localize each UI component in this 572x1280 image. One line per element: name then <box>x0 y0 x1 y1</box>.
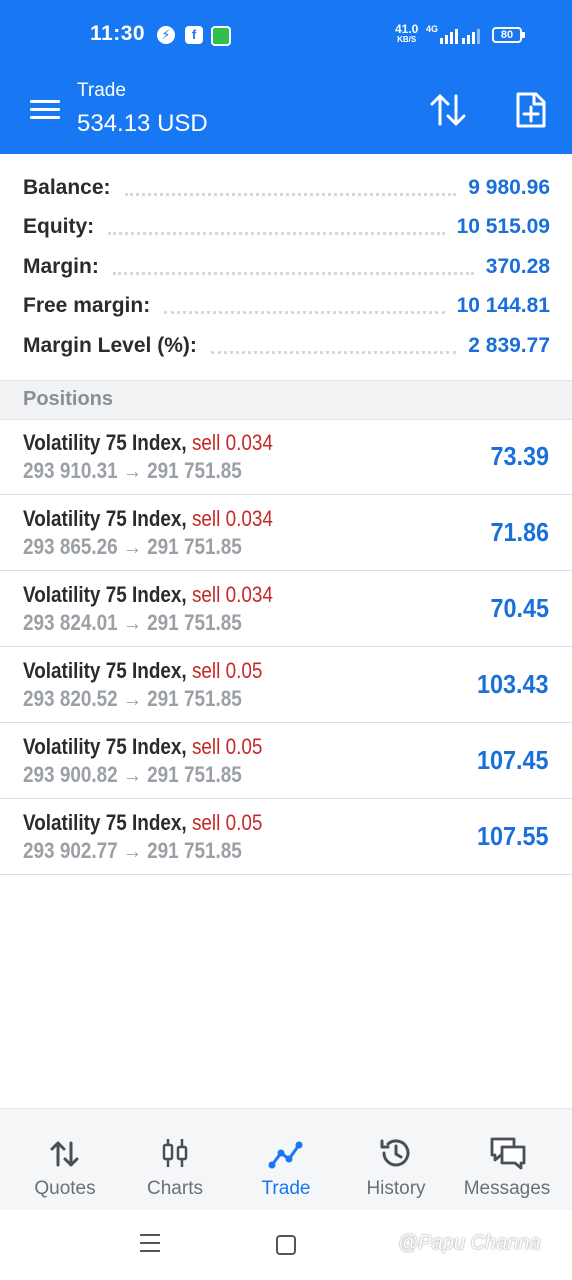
margin-value: 370.28 <box>485 255 550 278</box>
position-title: Volatility 75 Index, sell 0.034 <box>23 430 273 456</box>
watermark: @Papu Channa <box>398 1232 541 1254</box>
history-icon <box>380 1139 410 1167</box>
status-time: 11:30 <box>90 22 146 45</box>
nav-history[interactable]: History <box>339 1109 453 1211</box>
free-margin-value: 10 144.81 <box>456 294 550 317</box>
position-prices: 293 820.52 → 291 751.85 <box>23 686 242 711</box>
status-bar: 11:30 ⚡ f 41.0 KB/S 4G 80 <box>0 0 572 72</box>
position-side: sell 0.034 <box>191 506 273 531</box>
app-bar: Trade 534.13 USD <box>0 72 572 154</box>
account-summary: Balance: 9 980.96 Equity: 10 515.09 Marg… <box>0 154 572 380</box>
network-speed: 41.0 KB/S <box>395 22 419 44</box>
free-margin-label: Free margin: <box>23 294 151 317</box>
messages-icon <box>490 1137 526 1170</box>
margin-level-row: Margin Level (%): 2 839.77 <box>23 326 550 366</box>
position-row[interactable]: Volatility 75 Index, sell 0.034 293 910.… <box>0 419 572 495</box>
position-side: sell 0.05 <box>191 658 263 683</box>
balance-value: 9 980.96 <box>468 176 550 199</box>
position-prices: 293 865.26 → 291 751.85 <box>23 534 242 559</box>
position-profit: 107.55 <box>477 821 549 851</box>
nav-charts[interactable]: Charts <box>118 1109 232 1211</box>
position-symbol: Volatility 75 Index, <box>23 658 187 683</box>
margin-label: Margin: <box>23 255 99 278</box>
charts-icon <box>162 1139 188 1167</box>
account-profit: 534.13 USD <box>77 110 208 137</box>
positions-header-label: Positions <box>23 388 114 410</box>
equity-row: Equity: 10 515.09 <box>23 207 550 247</box>
position-row[interactable]: Volatility 75 Index, sell 0.034 293 865.… <box>0 495 572 571</box>
facebook-icon: f <box>185 26 203 44</box>
position-side: sell 0.05 <box>191 810 263 835</box>
green-app-icon <box>211 26 231 46</box>
sort-icon[interactable] <box>428 90 468 130</box>
nav-charts-label: Charts <box>147 1178 203 1199</box>
network-speed-value: 41.0 <box>395 22 419 36</box>
position-side: sell 0.034 <box>191 582 273 607</box>
position-title: Volatility 75 Index, sell 0.034 <box>23 582 273 608</box>
dotted-leader <box>112 266 474 275</box>
nav-quotes[interactable]: Quotes <box>8 1109 122 1211</box>
position-title: Volatility 75 Index, sell 0.05 <box>23 658 262 684</box>
new-order-icon[interactable] <box>510 90 550 130</box>
quotes-icon <box>50 1141 79 1167</box>
position-prices: 293 902.77 → 291 751.85 <box>23 838 242 863</box>
recent-apps-button[interactable] <box>140 1234 160 1252</box>
position-row[interactable]: Volatility 75 Index, sell 0.05 293 820.5… <box>0 647 572 723</box>
nav-trade[interactable]: Trade <box>229 1109 343 1211</box>
bottom-navigation: Quotes Charts Trade History Messages <box>0 1108 572 1211</box>
margin-level-value: 2 839.77 <box>468 334 550 357</box>
position-profit: 71.86 <box>490 517 549 547</box>
position-profit: 70.45 <box>490 593 549 623</box>
nav-history-label: History <box>366 1178 426 1199</box>
dotted-leader <box>108 226 445 235</box>
margin-level-label: Margin Level (%): <box>23 334 197 357</box>
position-row[interactable]: Volatility 75 Index, sell 0.034 293 824.… <box>0 571 572 647</box>
nav-messages[interactable]: Messages <box>450 1109 564 1211</box>
position-symbol: Volatility 75 Index, <box>23 734 187 759</box>
signal-icon <box>440 28 458 44</box>
position-profit: 107.45 <box>477 745 549 775</box>
position-title: Volatility 75 Index, sell 0.034 <box>23 506 273 532</box>
position-side: sell 0.034 <box>191 430 273 455</box>
trade-icon <box>268 1141 303 1169</box>
system-navigation: @Papu Channa <box>0 1210 572 1280</box>
page-title: Trade <box>77 80 126 101</box>
dotted-leader <box>124 187 457 196</box>
balance-row: Balance: 9 980.96 <box>23 168 550 208</box>
dotted-leader <box>164 305 445 314</box>
network-type: 4G <box>426 24 439 34</box>
messenger-icon: ⚡ <box>157 26 175 44</box>
positions-header: Positions <box>0 380 572 420</box>
position-profit: 73.39 <box>490 441 549 471</box>
position-title: Volatility 75 Index, sell 0.05 <box>23 810 262 836</box>
home-button[interactable] <box>276 1235 296 1255</box>
nav-quotes-label: Quotes <box>34 1178 96 1199</box>
nav-messages-label: Messages <box>463 1178 551 1199</box>
position-symbol: Volatility 75 Index, <box>23 506 187 531</box>
battery-icon: 80 <box>492 27 525 43</box>
dotted-leader <box>210 345 457 354</box>
nav-trade-label: Trade <box>261 1178 311 1199</box>
position-prices: 293 900.82 → 291 751.85 <box>23 762 242 787</box>
signal-icon-2 <box>462 28 480 44</box>
position-title: Volatility 75 Index, sell 0.05 <box>23 734 262 760</box>
menu-icon[interactable] <box>30 98 60 122</box>
position-row[interactable]: Volatility 75 Index, sell 0.05 293 900.8… <box>0 723 572 799</box>
margin-row: Margin: 370.28 <box>23 247 550 287</box>
positions-list: Volatility 75 Index, sell 0.034 293 910.… <box>0 419 572 875</box>
balance-label: Balance: <box>23 176 111 199</box>
position-prices: 293 910.31 → 291 751.85 <box>23 458 242 483</box>
position-side: sell 0.05 <box>191 734 263 759</box>
equity-value: 10 515.09 <box>456 215 550 238</box>
position-symbol: Volatility 75 Index, <box>23 430 187 455</box>
position-symbol: Volatility 75 Index, <box>23 582 187 607</box>
position-symbol: Volatility 75 Index, <box>23 810 187 835</box>
free-margin-row: Free margin: 10 144.81 <box>23 286 550 326</box>
position-profit: 103.43 <box>477 669 549 699</box>
position-row[interactable]: Volatility 75 Index, sell 0.05 293 902.7… <box>0 799 572 875</box>
network-speed-unit: KB/S <box>397 35 417 44</box>
equity-label: Equity: <box>23 215 95 238</box>
position-prices: 293 824.01 → 291 751.85 <box>23 610 242 635</box>
